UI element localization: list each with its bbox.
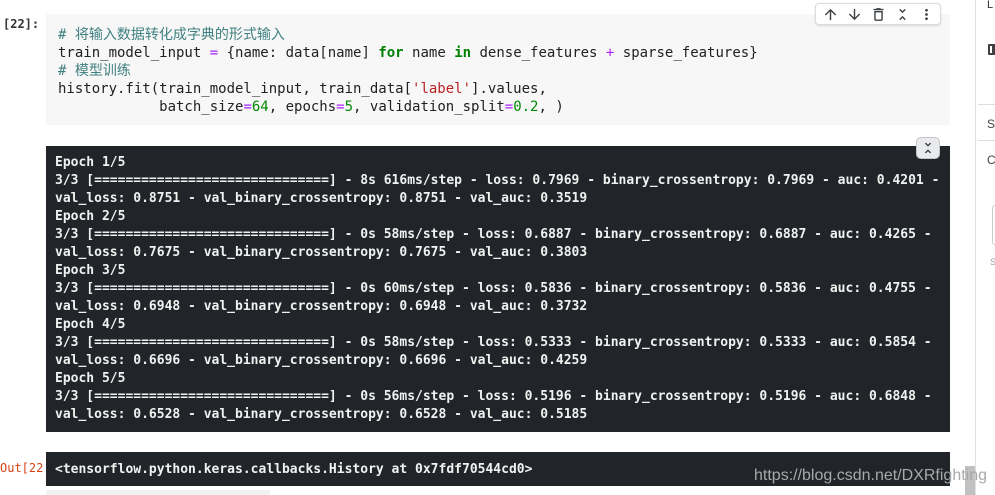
stream-output-line: val_loss: 0.6696 - val_binary_crossentro…	[55, 353, 588, 368]
delete-cell-button[interactable]	[866, 4, 890, 24]
next-cell-edge[interactable]	[46, 490, 270, 495]
code-token-comment[interactable]: # 模型训练	[58, 63, 131, 79]
code-token-plain[interactable]: , validation_split	[353, 99, 505, 115]
execute-result-text: <tensorflow.python.keras.callbacks.Histo…	[55, 462, 533, 477]
code-token-number[interactable]: 0.2	[513, 99, 538, 115]
code-line[interactable]: # 模型训练	[58, 62, 938, 80]
code-token-keyword[interactable]: for	[378, 45, 403, 61]
code-token-plain[interactable]: sparse_features}	[614, 45, 758, 61]
unfold-less-icon	[924, 142, 932, 154]
stream-output-line: 3/3 [==============================] - 0…	[55, 335, 932, 350]
stream-output-line: val_loss: 0.7675 - val_binary_crossentro…	[55, 245, 588, 260]
code-token-operator[interactable]: =	[210, 45, 218, 61]
sidebar-caption: S	[990, 257, 995, 267]
code-token-number[interactable]: 5	[345, 99, 353, 115]
sidebar-divider	[978, 140, 995, 141]
arrow-down-icon	[848, 8, 860, 20]
stream-output-line: val_loss: 0.6948 - val_binary_crossentro…	[55, 299, 588, 314]
cell-toolbar	[815, 3, 941, 25]
code-token-plain[interactable]: ].values,	[471, 81, 547, 97]
sidebar-divider	[978, 104, 995, 105]
code-token-keyword[interactable]: in	[454, 45, 471, 61]
arrow-up-icon	[824, 8, 836, 20]
stream-output-line: Epoch 5/5	[55, 371, 126, 386]
code-token-plain[interactable]: dense_features	[471, 45, 606, 61]
collapse-output-button[interactable]	[916, 137, 940, 159]
stream-output-line: 3/3 [==============================] - 0…	[55, 389, 932, 404]
code-token-operator[interactable]: =	[336, 99, 344, 115]
stream-output-line: val_loss: 0.8751 - val_binary_crossentro…	[55, 191, 588, 206]
stream-output-line: Epoch 1/5	[55, 155, 126, 170]
stream-output-line: Epoch 3/5	[55, 263, 126, 278]
stream-output-line: Epoch 4/5	[55, 317, 126, 332]
unfold-less-icon	[898, 8, 906, 20]
code-line[interactable]: history.fit(train_model_input, train_dat…	[58, 80, 938, 98]
code-line[interactable]: train_model_input = {name: data[name] fo…	[58, 44, 938, 62]
more-actions-button[interactable]	[914, 4, 938, 24]
code-token-number[interactable]: 64	[252, 99, 269, 115]
sidebar-top-label[interactable]: L	[987, 0, 993, 11]
right-sidebar: L S C S	[976, 0, 995, 495]
code-token-plain[interactable]: history.fit(train_model_input, train_dat…	[58, 81, 412, 97]
output-prompt: Out[22	[0, 461, 44, 475]
code-line[interactable]: batch_size=64, epochs=5, validation_spli…	[58, 98, 938, 116]
stream-output-line: Epoch 2/5	[55, 209, 126, 224]
move-cell-up-button[interactable]	[818, 4, 842, 24]
code-cell[interactable]: # 将输入数据转化成字典的形式输入 train_model_input = {na…	[46, 14, 950, 125]
code-token-plain[interactable]: , epochs	[269, 99, 336, 115]
move-cell-down-button[interactable]	[842, 4, 866, 24]
code-token-plain[interactable]: name	[404, 45, 455, 61]
stream-output: Epoch 1/5 3/3 [==========================…	[46, 146, 950, 432]
stream-output-line: 3/3 [==============================] - 0…	[55, 227, 932, 242]
code-editor[interactable]: # 将输入数据转化成字典的形式输入 train_model_input = {na…	[58, 26, 938, 116]
code-token-comment[interactable]: # 将输入数据转化成字典的形式输入	[58, 27, 285, 43]
code-token-string[interactable]: 'label'	[412, 81, 471, 97]
stream-output-line: 3/3 [==============================] - 0…	[55, 281, 932, 296]
code-token-plain[interactable]: train_model_input	[58, 45, 210, 61]
collapse-cell-button[interactable]	[890, 4, 914, 24]
sidebar-section-label[interactable]: S	[987, 117, 995, 131]
code-token-plain[interactable]: batch_size	[58, 99, 243, 115]
code-line[interactable]: # 将输入数据转化成字典的形式输入	[58, 26, 938, 44]
trash-icon	[873, 7, 883, 21]
code-token-plain[interactable]: , )	[539, 99, 564, 115]
code-token-operator[interactable]: =	[243, 99, 251, 115]
stream-output-line: val_loss: 0.6528 - val_binary_crossentro…	[55, 407, 588, 422]
more-vertical-icon	[924, 8, 928, 20]
sidebar-section-label[interactable]: C	[987, 153, 995, 167]
code-token-plain[interactable]: {name: data[name]	[218, 45, 378, 61]
watermark: https://blog.csdn.net/DXRfighting	[754, 467, 988, 484]
code-token-operator[interactable]: =	[505, 99, 513, 115]
input-prompt: [22]:	[3, 17, 40, 31]
panel-icon[interactable]	[988, 44, 995, 55]
stream-output-line: 3/3 [==============================] - 8…	[55, 173, 940, 188]
